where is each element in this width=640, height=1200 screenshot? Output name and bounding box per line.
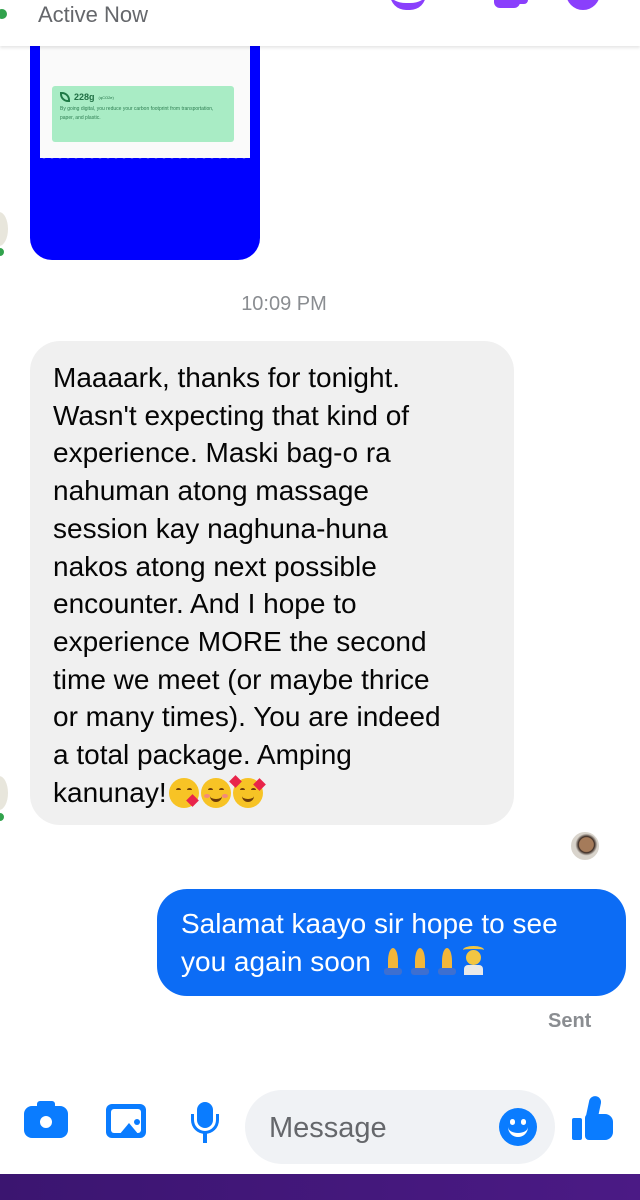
receipt-image-attachment[interactable]: 228g (qCO2e) By going digital, you reduc… xyxy=(30,40,260,260)
emoji-mouth xyxy=(209,795,222,802)
emoji-eye xyxy=(239,787,245,792)
emoji-eye xyxy=(207,787,213,792)
microphone-stem xyxy=(203,1133,207,1143)
emoji-head xyxy=(465,950,481,965)
carbon-footprint-card: 228g (qCO2e) By going digital, you reduc… xyxy=(52,86,234,142)
conversation-header: Active Now xyxy=(0,0,640,46)
carbon-amount: 228g xyxy=(74,92,95,102)
phone-icon[interactable] xyxy=(390,0,426,10)
sender-avatar[interactable] xyxy=(0,212,8,246)
system-navigation-bar xyxy=(0,1174,640,1200)
emoji-eye xyxy=(175,787,181,792)
microphone-cup xyxy=(191,1114,219,1134)
emoji-eye xyxy=(186,787,192,792)
incoming-message-body: Maaaark, thanks for tonight. Wasn't expe… xyxy=(53,362,441,808)
emoji-mouth xyxy=(241,795,254,802)
header-actions xyxy=(360,0,640,12)
camera-icon[interactable] xyxy=(24,1100,68,1138)
message-composer: Message xyxy=(0,1082,640,1174)
emoji-heart xyxy=(185,793,199,807)
sender-avatar-2[interactable] xyxy=(0,776,8,810)
gallery-mountain xyxy=(119,1123,139,1135)
sent-status: Sent xyxy=(548,1010,592,1032)
folded-hands-emoji xyxy=(379,946,406,976)
active-status-dot xyxy=(0,6,10,22)
leaf-icon xyxy=(60,92,70,102)
outgoing-message-body: Salamat kaayo sir hope to see you again … xyxy=(181,908,558,977)
gallery-frame xyxy=(111,1109,141,1135)
camera-lens xyxy=(36,1112,56,1132)
thumbs-up-palm xyxy=(585,1114,613,1140)
receipt-paper: 228g (qCO2e) By going digital, you reduc… xyxy=(40,40,250,158)
emoji-icon-mouth xyxy=(508,1127,528,1137)
folded-hands-emoji xyxy=(433,946,460,976)
folded-hands-emoji xyxy=(406,946,433,976)
video-camera-lens xyxy=(518,0,528,4)
emoji-eye xyxy=(218,787,224,792)
seen-by-avatar xyxy=(569,830,601,862)
emoji-shirt xyxy=(463,965,483,975)
info-icon[interactable] xyxy=(566,0,602,10)
emoji-icon[interactable] xyxy=(499,1108,537,1146)
sender-online-dot-2 xyxy=(0,811,6,823)
video-camera-icon[interactable] xyxy=(494,0,530,10)
man-raising-hands-emoji xyxy=(460,946,487,976)
receipt-torn-edge xyxy=(40,154,250,162)
incoming-message-bubble[interactable]: Maaaark, thanks for tonight. Wasn't expe… xyxy=(30,341,514,825)
video-camera-body xyxy=(494,0,520,8)
gallery-icon[interactable] xyxy=(106,1104,146,1138)
kissing-heart-emoji xyxy=(168,777,199,808)
emoji-heart xyxy=(228,774,242,788)
smiling-emoji xyxy=(200,777,231,808)
emoji-blush xyxy=(221,793,228,798)
sender-online-dot xyxy=(0,246,6,258)
info-icon-disc xyxy=(566,0,600,10)
outgoing-message-bubble[interactable]: Salamat kaayo sir hope to see you again … xyxy=(157,889,626,996)
carbon-note: By going digital, you reduce your carbon… xyxy=(60,106,214,121)
emoji-eye xyxy=(250,787,256,792)
thumbs-up-cuff xyxy=(572,1118,582,1140)
carbon-unit: (qCO2e) xyxy=(98,94,114,100)
carbon-amount-row: 228g (qCO2e) xyxy=(60,92,226,102)
message-placeholder: Message xyxy=(269,1112,387,1144)
smiling-hearts-emoji xyxy=(228,774,266,808)
emoji-blush xyxy=(203,793,210,798)
message-input[interactable]: Message xyxy=(245,1090,555,1164)
active-status-text: Active Now xyxy=(38,2,149,27)
emoji-icon-eye xyxy=(521,1119,526,1125)
incoming-emojis xyxy=(168,774,266,808)
message-timestamp: 10:09 PM xyxy=(241,293,327,315)
microphone-icon[interactable] xyxy=(189,1102,221,1146)
emoji-icon-eye xyxy=(510,1119,515,1125)
outgoing-message-text: Salamat kaayo sir hope to see you again … xyxy=(181,905,606,981)
incoming-message-text: Maaaark, thanks for tonight. Wasn't expe… xyxy=(53,359,492,811)
thumbs-up-icon[interactable] xyxy=(572,1094,616,1142)
